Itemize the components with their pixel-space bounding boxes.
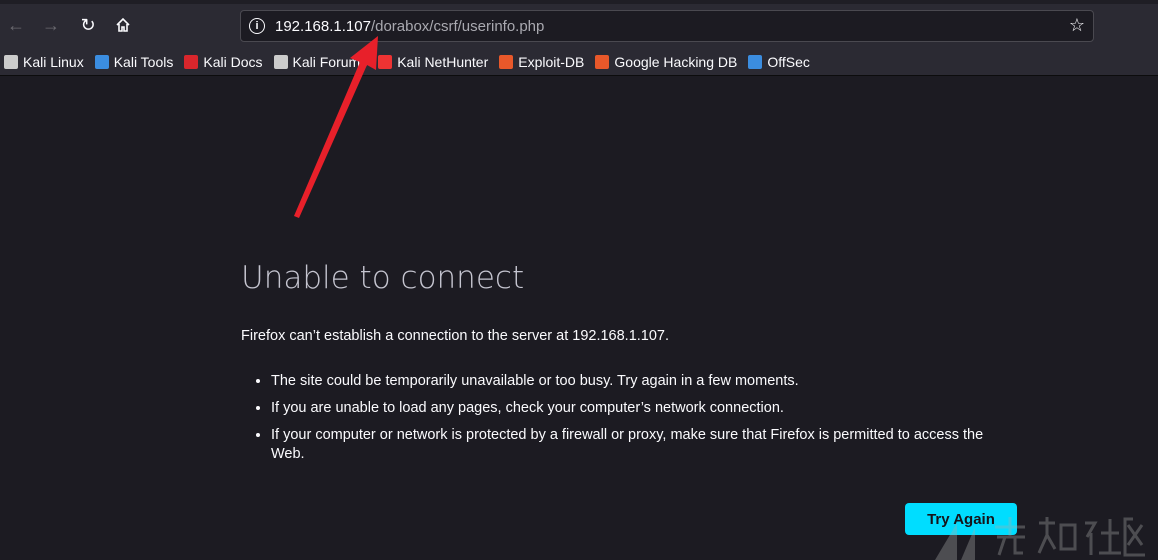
watermark-logo: [935, 517, 1145, 560]
annotation-arrow: [294, 36, 378, 218]
